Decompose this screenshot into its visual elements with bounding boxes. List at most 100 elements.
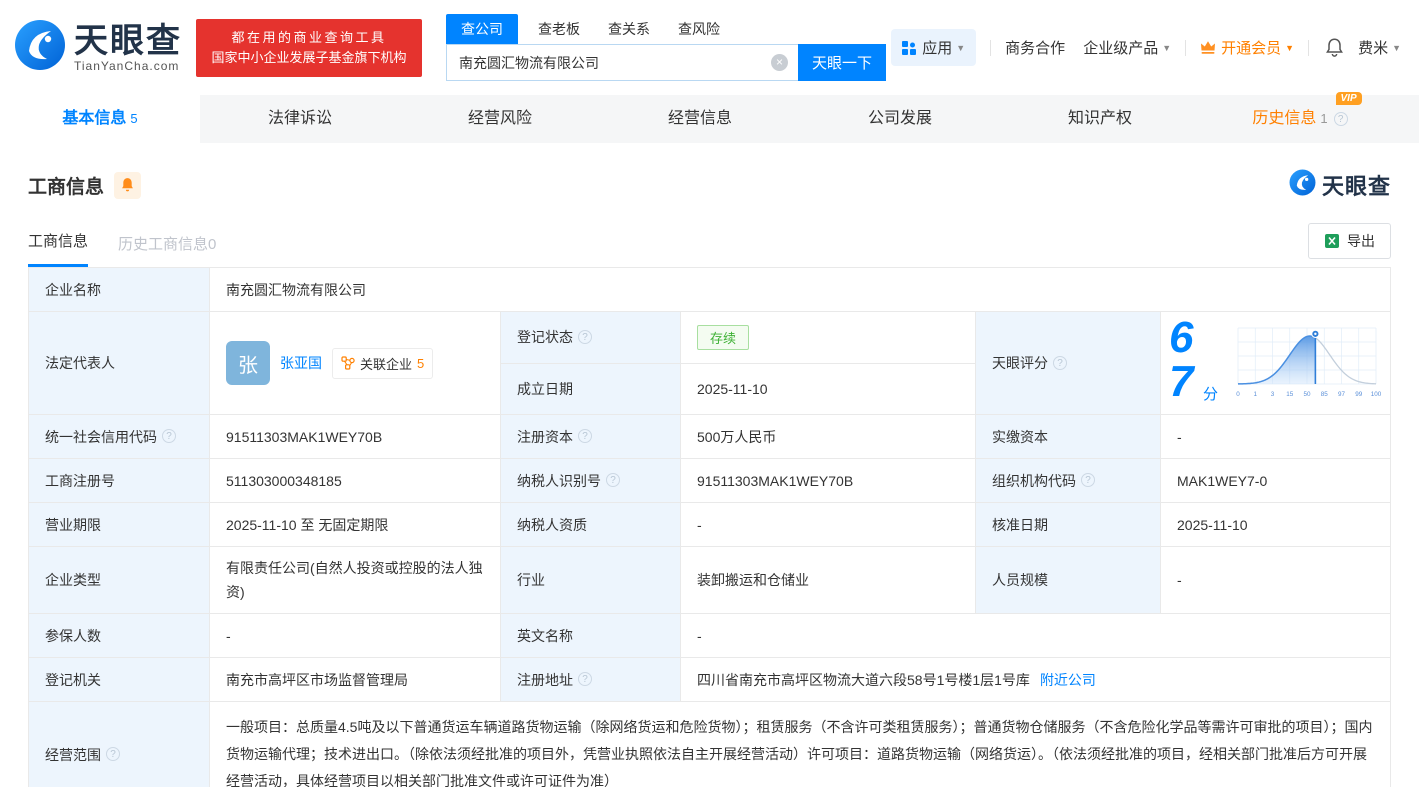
- apps-menu[interactable]: 应用 ▼: [891, 29, 977, 66]
- monitor-bell-icon[interactable]: [114, 171, 142, 199]
- company-name-value: 南充圆汇物流有限公司: [209, 267, 1391, 312]
- brand-name: 天眼查: [74, 21, 182, 60]
- svg-text:97: 97: [1338, 391, 1346, 398]
- user-menu[interactable]: 费米 ▼: [1358, 37, 1401, 58]
- tab-history-info[interactable]: 历史信息 VIP 1 ?: [1200, 92, 1400, 143]
- search-tab-boss[interactable]: 查老板: [538, 14, 580, 44]
- paid-capital-value: -: [1160, 414, 1391, 459]
- tab-count: 1: [1320, 111, 1328, 126]
- insured-label: 参保人数: [28, 613, 210, 658]
- svg-text:50: 50: [1303, 391, 1311, 398]
- uscc-label: 统一社会信用代码?: [28, 414, 210, 459]
- related-companies-label: 关联企业: [360, 356, 413, 372]
- org-code-label: 组织机构代码?: [975, 458, 1161, 503]
- nearby-companies-link[interactable]: 附近公司: [1040, 672, 1096, 688]
- help-icon[interactable]: ?: [1333, 112, 1348, 126]
- search-button[interactable]: 天眼一下: [798, 44, 886, 81]
- establish-date-value: 2025-11-10: [680, 362, 976, 415]
- tab-label: 基本信息: [62, 110, 127, 127]
- reg-status-value: 存续: [680, 311, 976, 364]
- help-icon[interactable]: ?: [578, 672, 592, 687]
- tab-basic-info[interactable]: 基本信息 5: [0, 95, 200, 143]
- divider: [1185, 39, 1187, 56]
- help-icon[interactable]: ?: [162, 429, 176, 444]
- business-info-table: 企业名称 南充圆汇物流有限公司 法定代表人 张 张亚国 关联企业 5 登记状态 …: [28, 267, 1391, 787]
- paid-capital-label: 实缴资本: [975, 414, 1161, 459]
- search-tab-risk[interactable]: 查风险: [678, 14, 720, 44]
- svg-text:0: 0: [1236, 391, 1240, 398]
- uscc-value: 91511303MAK1WEY70B: [209, 414, 501, 459]
- enterprise-products-menu[interactable]: 企业级产品 ▼: [1083, 37, 1171, 58]
- svg-text:99: 99: [1355, 391, 1363, 398]
- business-scope-value: 一般项目：总质量4.5吨及以下普通货运车辆道路货物运输（除网络货运和危险货物）；…: [209, 701, 1391, 787]
- tianyancha-logo[interactable]: 天眼查 TianYanCha.com: [14, 19, 182, 76]
- notification-bell-icon[interactable]: [1325, 37, 1344, 58]
- related-companies-badge[interactable]: 关联企业 5: [332, 347, 434, 379]
- score-distribution-chart: 0 1 3 15 50 85 97 99 100: [1232, 322, 1382, 404]
- company-search-input[interactable]: [446, 44, 798, 81]
- reg-authority-label: 登记机关: [28, 657, 210, 702]
- reg-address-value: 四川省南充市高坪区物流大道六段58号1号楼1层1号库: [697, 671, 1030, 688]
- help-icon[interactable]: ?: [1053, 355, 1067, 370]
- taxpayer-quality-value: -: [680, 502, 976, 547]
- open-vip-menu[interactable]: 开通会员 ▼: [1200, 37, 1294, 58]
- tab-label: 历史信息: [1252, 110, 1317, 127]
- reg-number-label: 工商注册号: [28, 458, 210, 503]
- subtab-history-business-info[interactable]: 历史工商信息0: [118, 233, 216, 267]
- tab-label: 经营风险: [467, 110, 532, 127]
- english-name-value: -: [680, 613, 1391, 658]
- tianyancha-logo-icon: [14, 19, 66, 76]
- tab-operating-risk[interactable]: 经营风险: [400, 95, 600, 143]
- company-tabbar: 基本信息 5 法律诉讼 经营风险 经营信息 公司发展 知识产权 历史信息 VIP …: [0, 92, 1419, 143]
- promo-line2: 国家中小企业发展子基金旗下机构: [211, 49, 407, 65]
- chevron-down-icon: ▼: [1162, 42, 1172, 53]
- tab-intellectual-property[interactable]: 知识产权: [1000, 95, 1200, 143]
- help-icon[interactable]: ?: [1081, 473, 1095, 488]
- promo-line1: 都在用的商业查询工具: [231, 29, 387, 45]
- tab-label: 公司发展: [867, 110, 932, 127]
- search-tab-relation[interactable]: 查关系: [608, 14, 650, 44]
- reg-status-label: 登记状态?: [500, 311, 681, 364]
- search-tab-company[interactable]: 查公司: [446, 14, 518, 44]
- tab-operating-info[interactable]: 经营信息: [600, 95, 800, 143]
- status-badge: 存续: [697, 324, 750, 350]
- reg-capital-value: 500万人民币: [680, 414, 976, 459]
- tianyancha-logo-icon: [1289, 169, 1316, 201]
- section-title: 工商信息: [28, 176, 105, 198]
- export-button[interactable]: 导出: [1308, 223, 1391, 259]
- business-cooperation-link[interactable]: 商务合作: [1005, 37, 1065, 58]
- approval-date-value: 2025-11-10: [1160, 502, 1391, 547]
- subtab-business-info[interactable]: 工商信息: [28, 230, 89, 267]
- chevron-down-icon: ▼: [956, 42, 966, 53]
- tab-label: 知识产权: [1067, 110, 1132, 127]
- search-block: 查公司 查老板 查关系 查风险 × 天眼一下: [446, 14, 886, 81]
- taxpayer-id-label: 纳税人识别号?: [500, 458, 681, 503]
- legal-rep-cell: 张 张亚国 关联企业 5: [209, 311, 501, 415]
- establish-date-label: 成立日期: [500, 362, 681, 415]
- header-nav: 应用 ▼ 商务合作 企业级产品 ▼ 开通会员 ▼ 费米 ▼: [891, 29, 1401, 66]
- tab-company-development[interactable]: 公司发展: [800, 95, 1000, 143]
- related-companies-icon: [341, 356, 355, 370]
- legal-rep-name-link[interactable]: 张亚国: [280, 353, 322, 373]
- staff-size-label: 人员规模: [975, 546, 1161, 614]
- tab-count: 5: [130, 111, 138, 126]
- reg-capital-label: 注册资本?: [500, 414, 681, 459]
- tab-label: 法律诉讼: [267, 110, 332, 127]
- industry-label: 行业: [500, 546, 681, 614]
- related-companies-count: 5: [417, 355, 425, 371]
- clear-search-icon[interactable]: ×: [771, 54, 788, 71]
- crown-icon: [1200, 40, 1216, 55]
- reg-authority-value: 南充市高坪区市场监督管理局: [209, 657, 501, 702]
- help-icon[interactable]: ?: [606, 473, 620, 488]
- help-icon[interactable]: ?: [578, 429, 592, 444]
- help-icon[interactable]: ?: [578, 329, 592, 344]
- apps-label: 应用: [922, 40, 953, 57]
- help-icon[interactable]: ?: [106, 747, 120, 762]
- promo-banner: 都在用的商业查询工具 国家中小企业发展子基金旗下机构: [196, 18, 422, 77]
- tab-legal-proceedings[interactable]: 法律诉讼: [200, 95, 400, 143]
- search-tabs: 查公司 查老板 查关系 查风险: [446, 14, 886, 44]
- reg-address-label: 注册地址?: [500, 657, 681, 702]
- legal-rep-avatar[interactable]: 张: [226, 341, 270, 385]
- staff-size-value: -: [1160, 546, 1391, 614]
- business-info-section: 工商信息 天眼查 工商信息 历史工商信息0 导出 企业名称 南充圆汇物流有限公司: [0, 169, 1419, 787]
